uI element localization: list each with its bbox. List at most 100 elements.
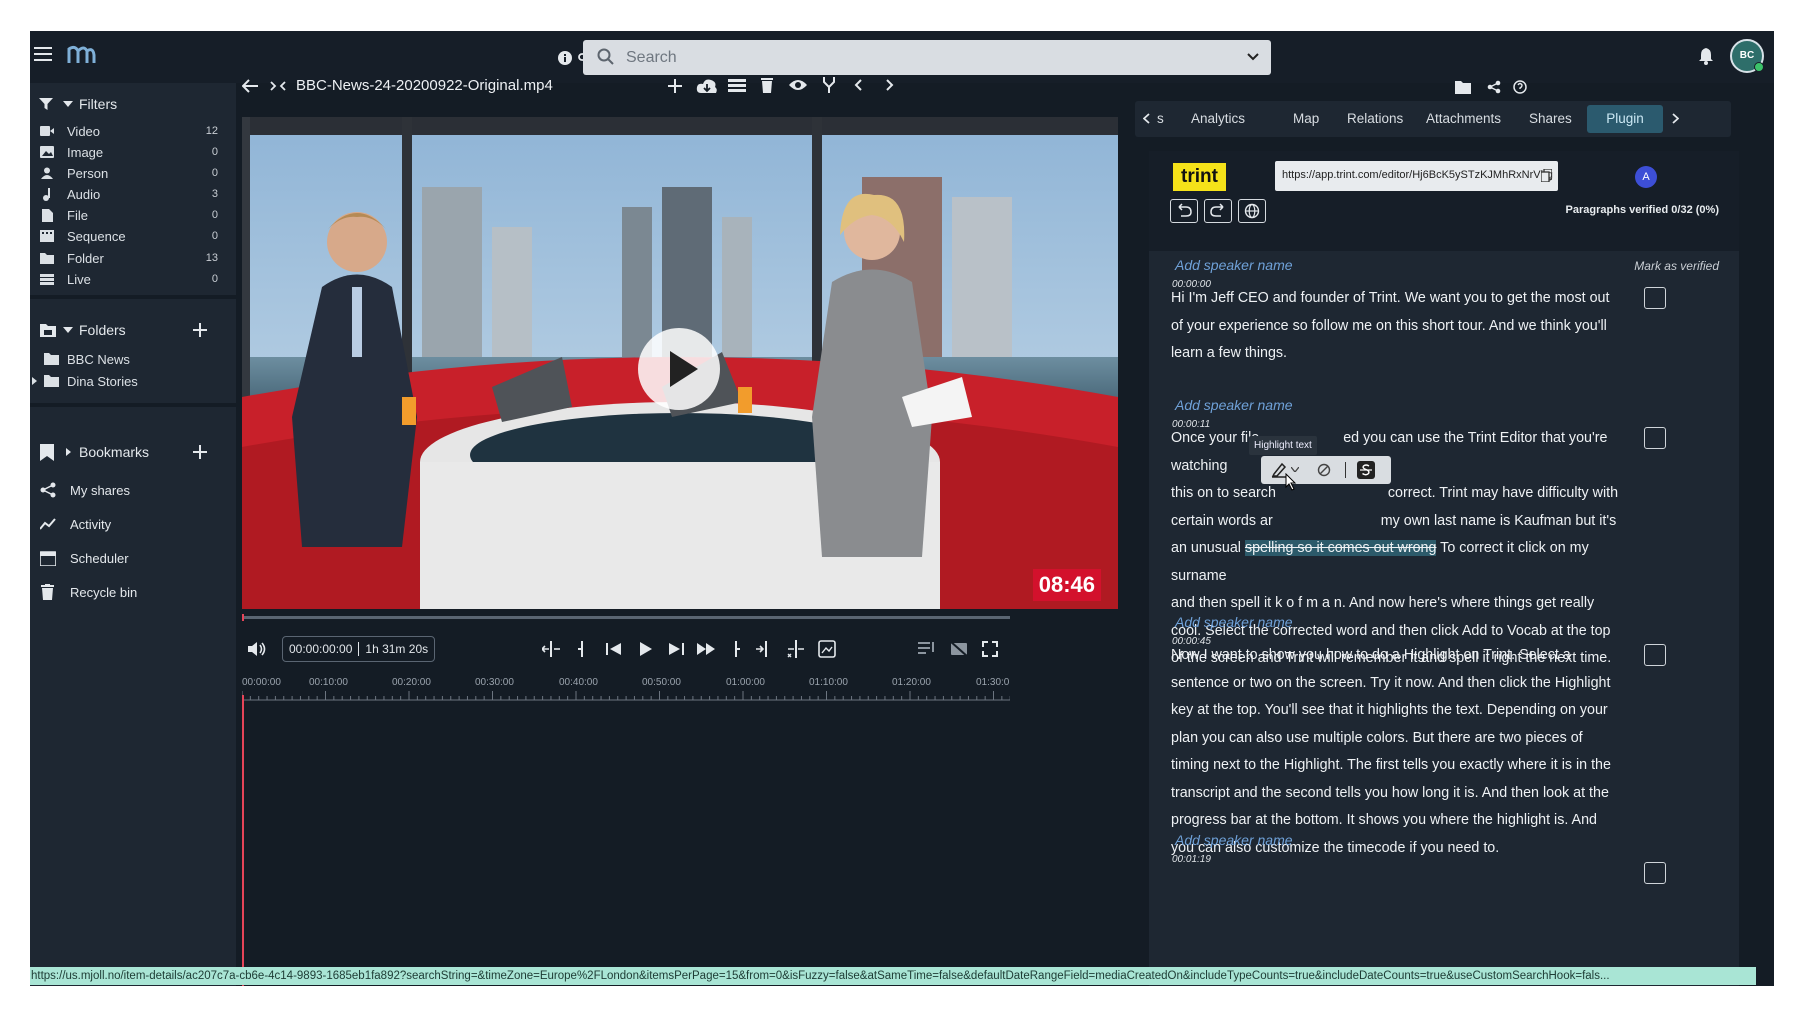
transcript-paragraph[interactable]: Now I want to show you how to do a Highl… [1171, 642, 1623, 862]
folder-icon [44, 375, 59, 387]
calendar-icon [40, 550, 56, 566]
remove-highlight-icon[interactable] [1317, 463, 1331, 477]
app-logo-icon[interactable] [66, 43, 96, 65]
tab-plugin[interactable]: Plugin [1587, 105, 1663, 133]
caret-right-icon[interactable] [32, 377, 37, 385]
add-speaker-name[interactable]: Add speaker name [1175, 614, 1293, 630]
trint-plugin: trint https://app.trint.com/editor/Hj6Bc… [1149, 151, 1739, 986]
mark-out-icon[interactable] [756, 641, 774, 657]
add-icon[interactable] [668, 79, 682, 93]
folders-header[interactable]: Folders [30, 311, 236, 349]
undo-button[interactable] [1170, 199, 1198, 223]
add-speaker-name[interactable]: Add speaker name [1175, 257, 1293, 273]
add-bookmark-icon[interactable] [193, 445, 207, 459]
verify-checkbox[interactable] [1644, 427, 1666, 449]
redo-button[interactable] [1204, 199, 1232, 223]
nav-my-shares[interactable]: My shares [30, 473, 236, 507]
help-icon[interactable] [1513, 80, 1527, 94]
delete-icon[interactable] [761, 77, 773, 93]
chevron-down-icon[interactable] [1291, 467, 1299, 472]
info-icon[interactable] [558, 51, 572, 65]
filters-header[interactable]: Filters [30, 85, 236, 123]
notification-bell-icon[interactable] [1698, 47, 1714, 65]
volume-icon[interactable] [248, 641, 266, 657]
step-forward-icon[interactable] [668, 641, 684, 657]
progress-track[interactable] [242, 614, 1010, 621]
toolbar-divider [1345, 462, 1346, 478]
eye-icon[interactable] [788, 79, 808, 91]
fast-forward-icon[interactable] [697, 641, 715, 657]
filter-count: 0 [211, 230, 218, 242]
stack-icon[interactable] [728, 79, 746, 93]
tab-map[interactable]: Map [1293, 101, 1319, 137]
play-icon[interactable] [640, 641, 652, 657]
filter-item-sequence[interactable]: Sequence 0 [30, 224, 236, 248]
merge-icon[interactable] [822, 77, 836, 93]
highlighted-selection[interactable]: spelling so it comes out wrong [1244, 540, 1437, 556]
clear-marks-icon[interactable] [786, 640, 806, 658]
filter-item-live[interactable]: Live 0 [30, 267, 236, 291]
tabs-scroll-right-icon[interactable] [1672, 113, 1679, 124]
video-preview[interactable]: 08:46 [242, 117, 1118, 609]
next-item-icon[interactable] [886, 79, 894, 91]
add-speaker-name[interactable]: Add speaker name [1175, 832, 1293, 848]
timeline-ruler[interactable]: 00:00:00 00:10:00 00:20:00 00:30:00 00:4… [242, 677, 1122, 703]
trint-url-field[interactable]: https://app.trint.com/editor/Hj6BcK5ySTz… [1275, 161, 1558, 191]
timecode-display[interactable]: 00:00:00:00 1h 31m 20s [282, 636, 436, 662]
caret-down-icon [63, 327, 73, 333]
back-arrow-icon[interactable] [242, 79, 258, 93]
tab-analytics[interactable]: Analytics [1191, 101, 1245, 137]
step-back-icon[interactable] [606, 641, 622, 657]
timeline-track[interactable] [246, 703, 1010, 986]
hamburger-menu-icon[interactable] [34, 47, 52, 61]
playlist-icon[interactable] [918, 641, 936, 655]
verify-checkbox[interactable] [1644, 287, 1666, 309]
text-run: my own last name is Kaufman but it's [1380, 512, 1617, 529]
add-speaker-name[interactable]: Add speaker name [1175, 397, 1293, 413]
verify-checkbox[interactable] [1644, 862, 1666, 884]
add-folder-icon[interactable] [193, 323, 207, 337]
collapse-icon[interactable] [270, 81, 286, 91]
tabs-scroll-left-icon[interactable] [1143, 113, 1150, 124]
caret-down-icon [63, 101, 73, 107]
nav-activity[interactable]: Activity [30, 507, 236, 541]
tab-attachments[interactable]: Attachments [1426, 101, 1501, 137]
previous-item-icon[interactable] [854, 79, 862, 91]
search-icon [597, 48, 615, 66]
transcript-paragraph[interactable]: Hi I'm Jeff CEO and founder of Trint. We… [1171, 285, 1623, 368]
tab-relations[interactable]: Relations [1347, 101, 1403, 137]
transcript-paragraph[interactable]: Once your file ed you can use the Trint E… [1171, 425, 1623, 673]
folder-item-dina-stories[interactable]: Dina Stories [30, 369, 236, 393]
copy-icon[interactable] [1541, 169, 1552, 182]
folder-open-icon[interactable] [1455, 81, 1471, 94]
subtitles-off-icon[interactable] [950, 641, 968, 657]
strikethrough-icon[interactable] [1357, 461, 1375, 479]
nav-recycle-bin[interactable]: Recycle bin [30, 575, 236, 609]
play-overlay-button[interactable] [638, 328, 720, 410]
search-input[interactable]: Search [626, 49, 677, 67]
snapshot-icon[interactable] [818, 640, 836, 658]
search-bar[interactable]: Search [583, 40, 1271, 75]
cloud-download-icon[interactable] [696, 78, 718, 94]
nav-scheduler[interactable]: Scheduler [30, 541, 236, 575]
progress-handle[interactable] [242, 614, 244, 621]
folder-item-bbc-news[interactable]: BBC News [30, 347, 236, 371]
avatar[interactable]: BC [1730, 39, 1764, 73]
verify-checkbox[interactable] [1644, 644, 1666, 666]
ruler-tick: 00:10:00 [309, 677, 348, 688]
set-out-point-icon[interactable] [732, 641, 740, 657]
mark-as-verified-label: Mark as verified [1634, 259, 1719, 273]
tab-shares[interactable]: Shares [1529, 101, 1572, 137]
paragraph-timestamp[interactable]: 00:01:19 [1172, 854, 1211, 865]
mark-in-icon[interactable] [542, 641, 560, 657]
bookmarks-header[interactable]: Bookmarks [30, 433, 236, 471]
share-icon[interactable] [1487, 80, 1501, 94]
playhead[interactable] [242, 695, 244, 986]
chevron-down-icon[interactable] [1247, 53, 1259, 61]
language-button[interactable] [1238, 199, 1266, 223]
transcript-line: an unusual spelling so it comes out wron… [1171, 535, 1623, 590]
set-in-point-icon[interactable] [578, 641, 586, 657]
fullscreen-icon[interactable] [982, 641, 998, 657]
trint-user-avatar[interactable]: A [1635, 166, 1657, 188]
tab-s[interactable]: s [1157, 101, 1164, 137]
